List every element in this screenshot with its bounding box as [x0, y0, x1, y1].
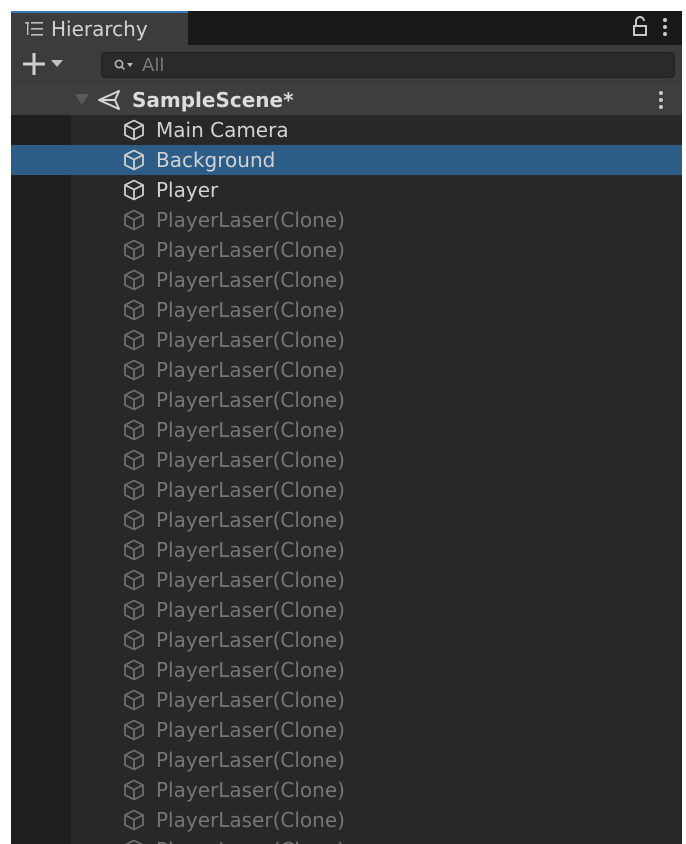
hierarchy-item[interactable]: PlayerLaser(Clone)	[11, 325, 682, 355]
hierarchy-item-label: PlayerLaser(Clone)	[156, 358, 345, 382]
hierarchy-item[interactable]: PlayerLaser(Clone)	[11, 265, 682, 295]
hierarchy-item[interactable]: PlayerLaser(Clone)	[11, 415, 682, 445]
cube-icon	[124, 149, 144, 171]
hierarchy-item[interactable]: Main Camera	[11, 115, 682, 145]
tab-title: Hierarchy	[51, 17, 148, 41]
search-input[interactable]	[142, 54, 642, 76]
hierarchy-item[interactable]: PlayerLaser(Clone)	[11, 835, 682, 844]
unity-scene-icon	[98, 90, 120, 110]
hierarchy-item[interactable]: PlayerLaser(Clone)	[11, 235, 682, 265]
hierarchy-item[interactable]: PlayerLaser(Clone)	[11, 535, 682, 565]
hierarchy-item-label: PlayerLaser(Clone)	[156, 478, 345, 502]
hierarchy-item[interactable]: PlayerLaser(Clone)	[11, 445, 682, 475]
hierarchy-item-label: PlayerLaser(Clone)	[156, 328, 345, 352]
plus-icon	[23, 53, 45, 75]
hierarchy-item[interactable]: PlayerLaser(Clone)	[11, 475, 682, 505]
cube-icon	[124, 119, 144, 141]
hierarchy-item-label: Background	[156, 148, 276, 172]
cube-icon	[124, 779, 144, 801]
hierarchy-window: Hierarchy All SampleScene* Main Camera B…	[11, 11, 682, 844]
hierarchy-item[interactable]: PlayerLaser(Clone)	[11, 625, 682, 655]
cube-icon	[124, 839, 144, 844]
cube-icon	[124, 239, 144, 261]
cube-icon	[124, 269, 144, 291]
hierarchy-item-label: PlayerLaser(Clone)	[156, 388, 345, 412]
hierarchy-item-label: PlayerLaser(Clone)	[156, 508, 345, 532]
hierarchy-item[interactable]: PlayerLaser(Clone)	[11, 595, 682, 625]
hierarchy-item-label: PlayerLaser(Clone)	[156, 778, 345, 802]
hierarchy-item[interactable]: PlayerLaser(Clone)	[11, 295, 682, 325]
hierarchy-item-label: PlayerLaser(Clone)	[156, 538, 345, 562]
cube-icon	[124, 329, 144, 351]
hierarchy-item[interactable]: Player	[11, 175, 682, 205]
hierarchy-item-label: PlayerLaser(Clone)	[156, 628, 345, 652]
lock-icon[interactable]	[632, 16, 648, 38]
hierarchy-item-label: PlayerLaser(Clone)	[156, 568, 345, 592]
hierarchy-item-label: PlayerLaser(Clone)	[156, 658, 345, 682]
cube-icon	[124, 479, 144, 501]
cube-icon	[124, 689, 144, 711]
caret-down-icon	[51, 60, 63, 67]
hierarchy-item-label: PlayerLaser(Clone)	[156, 268, 345, 292]
tab-hierarchy[interactable]: Hierarchy	[11, 11, 188, 45]
cube-icon	[124, 299, 144, 321]
kebab-menu-icon[interactable]	[662, 16, 668, 38]
hierarchy-item-label: PlayerLaser(Clone)	[156, 835, 345, 844]
cube-icon	[124, 509, 144, 531]
cube-icon	[124, 719, 144, 741]
hierarchy-item[interactable]: PlayerLaser(Clone)	[11, 805, 682, 835]
search-field[interactable]	[101, 52, 675, 78]
hierarchy-item-label: PlayerLaser(Clone)	[156, 238, 345, 262]
hierarchy-item[interactable]: PlayerLaser(Clone)	[11, 745, 682, 775]
hierarchy-item[interactable]: PlayerLaser(Clone)	[11, 685, 682, 715]
hierarchy-item-label: PlayerLaser(Clone)	[156, 448, 345, 472]
hierarchy-item-label: Main Camera	[156, 118, 289, 142]
cube-icon	[124, 419, 144, 441]
cube-icon	[124, 599, 144, 621]
cube-icon	[124, 179, 144, 201]
kebab-menu-icon[interactable]	[658, 90, 664, 110]
scene-name: SampleScene*	[132, 88, 294, 112]
hierarchy-tree[interactable]: SampleScene* Main Camera Background Player…	[11, 85, 682, 844]
hierarchy-toolbar	[11, 45, 682, 85]
hierarchy-item-label: Player	[156, 178, 219, 202]
hierarchy-item-label: PlayerLaser(Clone)	[156, 688, 345, 712]
hierarchy-item[interactable]: PlayerLaser(Clone)	[11, 205, 682, 235]
scene-row[interactable]: SampleScene*	[11, 85, 682, 115]
cube-icon	[124, 749, 144, 771]
hierarchy-item[interactable]: PlayerLaser(Clone)	[11, 385, 682, 415]
hierarchy-item[interactable]: PlayerLaser(Clone)	[11, 565, 682, 595]
expand-arrow-icon[interactable]	[75, 94, 89, 106]
hierarchy-item[interactable]: PlayerLaser(Clone)	[11, 655, 682, 685]
hierarchy-item-label: PlayerLaser(Clone)	[156, 748, 345, 772]
hierarchy-item[interactable]: PlayerLaser(Clone)	[11, 715, 682, 745]
cube-icon	[124, 359, 144, 381]
cube-icon	[124, 809, 144, 831]
hierarchy-list-icon	[25, 22, 43, 36]
cube-icon	[124, 629, 144, 651]
hierarchy-item-label: PlayerLaser(Clone)	[156, 598, 345, 622]
cube-icon	[124, 209, 144, 231]
create-dropdown-button[interactable]	[23, 51, 71, 77]
cube-icon	[124, 659, 144, 681]
hierarchy-item[interactable]: PlayerLaser(Clone)	[11, 505, 682, 535]
cube-icon	[124, 389, 144, 411]
hierarchy-item-label: PlayerLaser(Clone)	[156, 208, 345, 232]
hierarchy-item[interactable]: PlayerLaser(Clone)	[11, 775, 682, 805]
hierarchy-item[interactable]: Background	[11, 145, 682, 175]
cube-icon	[124, 539, 144, 561]
cube-icon	[124, 569, 144, 591]
hierarchy-item-label: PlayerLaser(Clone)	[156, 718, 345, 742]
tab-bar: Hierarchy	[11, 11, 682, 45]
search-icon	[114, 59, 133, 71]
hierarchy-item-label: PlayerLaser(Clone)	[156, 298, 345, 322]
cube-icon	[124, 449, 144, 471]
hierarchy-item-label: PlayerLaser(Clone)	[156, 808, 345, 832]
hierarchy-item[interactable]: PlayerLaser(Clone)	[11, 355, 682, 385]
hierarchy-item-label: PlayerLaser(Clone)	[156, 418, 345, 442]
